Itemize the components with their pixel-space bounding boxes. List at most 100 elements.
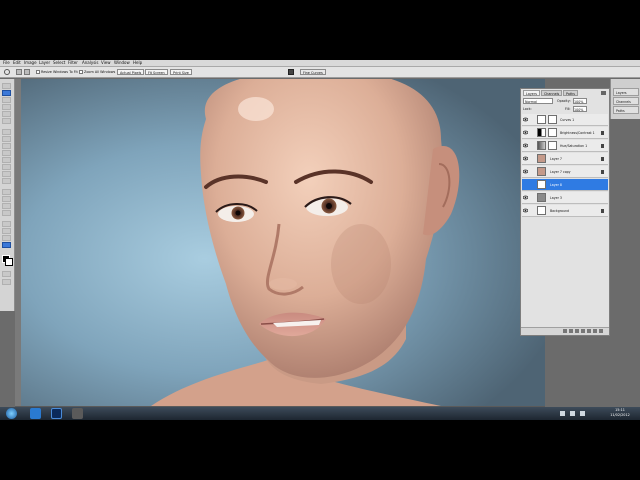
quick-mask-icon[interactable] — [2, 271, 11, 277]
eyedropper-tool-icon[interactable] — [2, 118, 11, 124]
volume-icon[interactable] — [580, 411, 585, 416]
actual-pixels-button[interactable]: Actual Pixels — [117, 69, 145, 75]
new-layer-icon[interactable] — [593, 329, 597, 333]
history-brush-tool-icon[interactable] — [2, 150, 11, 156]
dodge-tool-icon[interactable] — [2, 178, 11, 184]
fill-field[interactable]: 100% — [573, 106, 587, 112]
blend-mode-select[interactable]: Normal — [523, 98, 553, 104]
zoom-all-windows-checkbox[interactable] — [79, 70, 83, 74]
adjustment-layer-icon[interactable] — [581, 329, 585, 333]
tab-layers[interactable]: Layers — [523, 90, 540, 96]
menu-layer[interactable]: Layer — [39, 60, 50, 66]
windows-taskbar: 15:11 11/02/2012 — [0, 407, 640, 420]
explorer-icon[interactable] — [30, 408, 41, 419]
resize-windows-checkbox[interactable] — [36, 70, 40, 74]
menu-select[interactable]: Select — [53, 60, 65, 66]
fit-screen-button[interactable]: Fit Screen — [145, 69, 168, 75]
screen-mode-tool-icon[interactable] — [2, 279, 11, 285]
tray-icon[interactable] — [560, 411, 565, 416]
lasso-tool-icon[interactable] — [2, 97, 11, 103]
dock-tab-layers[interactable]: Layers — [613, 88, 639, 96]
background-color-swatch[interactable] — [5, 258, 13, 266]
screen-mode-icon[interactable] — [288, 69, 294, 75]
new-group-icon[interactable] — [587, 329, 591, 333]
print-size-button[interactable]: Print Size — [170, 69, 192, 75]
resize-windows-label: Resize Windows To Fit — [41, 70, 78, 74]
menu-analysis[interactable]: Analysis — [82, 60, 98, 66]
lock-icon — [601, 157, 604, 161]
network-icon[interactable] — [570, 411, 575, 416]
trash-icon[interactable] — [599, 329, 603, 333]
path-select-tool-icon[interactable] — [2, 203, 11, 209]
brush-tool-icon[interactable] — [2, 136, 11, 142]
marquee-tool-icon[interactable] — [2, 90, 11, 96]
layer-row[interactable]: Curves 1 — [522, 114, 608, 126]
layer-row[interactable]: Layer 7 — [522, 153, 608, 165]
3d-orbit-tool-icon[interactable] — [2, 228, 11, 234]
visibility-eye-icon[interactable] — [522, 195, 529, 200]
move-tool-icon[interactable] — [2, 83, 11, 89]
workspace-switcher[interactable]: Fine Curves — [300, 69, 326, 75]
layer-style-icon[interactable] — [569, 329, 573, 333]
layer-name: Layer 3 — [550, 196, 562, 200]
layer-thumbnail — [537, 193, 546, 202]
layer-name: Brightness/Contrast 1 — [560, 131, 595, 135]
menu-file[interactable]: File — [3, 60, 10, 66]
menu-help[interactable]: Help — [133, 60, 142, 66]
visibility-eye-icon[interactable] — [523, 182, 528, 187]
document-canvas-area[interactable] — [15, 79, 545, 406]
layer-row[interactable]: Background — [522, 205, 608, 217]
quick-select-tool-icon[interactable] — [2, 104, 11, 110]
start-button-icon[interactable] — [6, 408, 17, 419]
layer-row[interactable]: Layer 7 copy — [522, 166, 608, 178]
hand-tool-icon[interactable] — [2, 235, 11, 241]
lock-icon — [601, 170, 604, 174]
tab-channels[interactable]: Channels — [541, 90, 563, 96]
layer-row[interactable]: Brightness/Contrast 1 — [522, 127, 608, 139]
eraser-tool-icon[interactable] — [2, 157, 11, 163]
healing-brush-tool-icon[interactable] — [2, 129, 11, 135]
system-clock[interactable]: 15:11 11/02/2012 — [608, 408, 632, 419]
gradient-tool-icon[interactable] — [2, 164, 11, 170]
zoom-in-icon[interactable] — [16, 69, 22, 75]
brightness-contrast-adjustment-icon — [537, 128, 546, 137]
layer-mask-thumb — [548, 115, 557, 124]
visibility-eye-icon[interactable] — [522, 117, 529, 122]
menu-view[interactable]: View — [101, 60, 111, 66]
visibility-eye-icon[interactable] — [522, 208, 529, 213]
photoshop-taskbar-icon[interactable] — [51, 408, 62, 419]
blur-tool-icon[interactable] — [2, 171, 11, 177]
visibility-eye-icon[interactable] — [522, 130, 529, 135]
dock-tab-paths[interactable]: Paths — [613, 106, 639, 114]
3d-rotate-tool-icon[interactable] — [2, 221, 11, 227]
type-tool-icon[interactable] — [2, 196, 11, 202]
visibility-eye-icon[interactable] — [522, 143, 529, 148]
tab-paths[interactable]: Paths — [563, 90, 578, 96]
layer-name: Background — [550, 209, 570, 213]
menu-filter[interactable]: Filter — [68, 60, 78, 66]
zoom-tool-icon[interactable] — [2, 242, 11, 248]
link-layers-icon[interactable] — [563, 329, 567, 333]
menu-image[interactable]: Image — [24, 60, 37, 66]
layer-row[interactable]: Layer 3 — [522, 192, 608, 204]
dock-tab-channels[interactable]: Channels — [613, 97, 639, 105]
layer-row[interactable]: Hue/Saturation 1 — [522, 140, 608, 152]
hue-saturation-adjustment-icon — [537, 141, 546, 150]
add-mask-icon[interactable] — [575, 329, 579, 333]
menu-edit[interactable]: Edit — [13, 60, 21, 66]
layer-mask-thumb — [548, 141, 557, 150]
clone-stamp-tool-icon[interactable] — [2, 143, 11, 149]
zoom-out-icon[interactable] — [24, 69, 30, 75]
crop-tool-icon[interactable] — [2, 111, 11, 117]
layer-row-selected[interactable]: Layer 8 — [522, 179, 608, 191]
opacity-field[interactable]: 100% — [573, 98, 587, 104]
pen-tool-icon[interactable] — [2, 189, 11, 195]
app-taskbar-icon[interactable] — [72, 408, 83, 419]
panel-menu-icon[interactable] — [601, 91, 606, 95]
shape-tool-icon[interactable] — [2, 210, 11, 216]
menu-window[interactable]: Window — [114, 60, 130, 66]
zoom-tool-icon[interactable] — [4, 69, 10, 75]
visibility-eye-icon[interactable] — [522, 169, 529, 174]
document-canvas[interactable] — [21, 79, 545, 406]
visibility-eye-icon[interactable] — [522, 156, 529, 161]
